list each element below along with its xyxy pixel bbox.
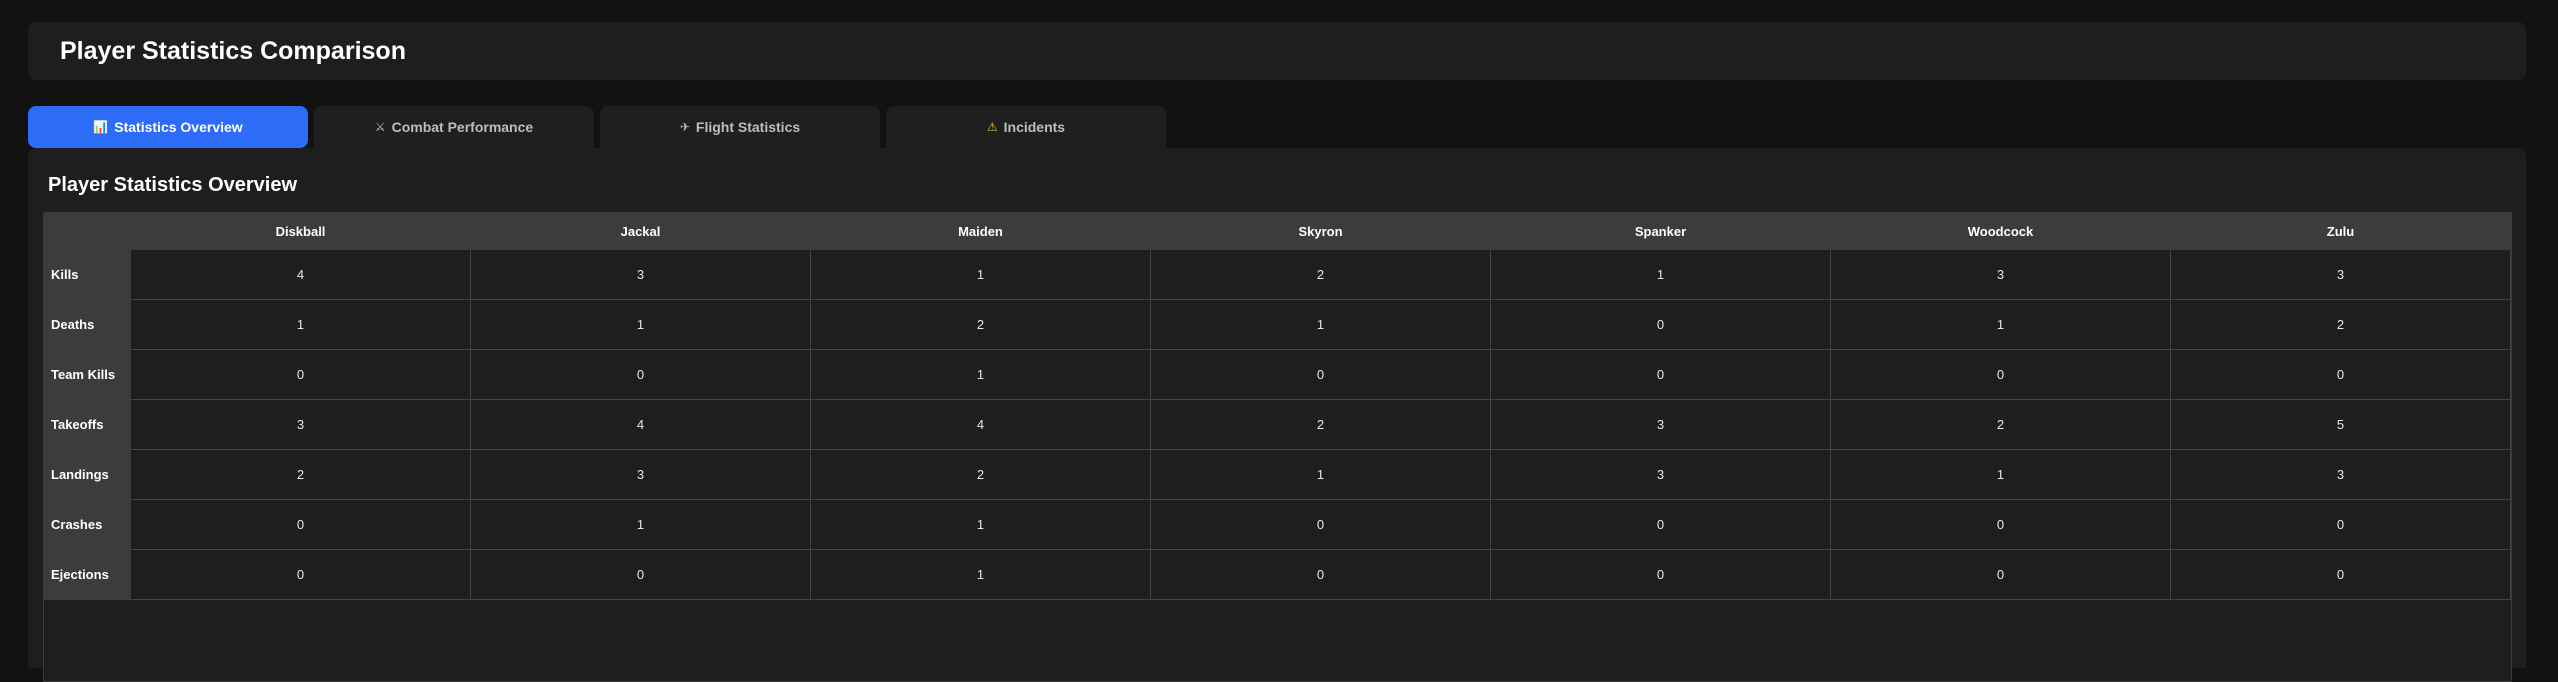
row-header: Landings: [44, 449, 131, 500]
table-cell: 1: [1150, 449, 1491, 500]
table-cell: 0: [2170, 549, 2511, 600]
table-cell: 3: [1830, 249, 2171, 300]
stats-table-container: Diskball Jackal Maiden Skyron Spanker Wo…: [43, 212, 2512, 682]
row-header: Ejections: [44, 549, 131, 600]
warning-icon: ⚠: [986, 120, 998, 134]
row-header: Crashes: [44, 499, 131, 550]
table-cell: 0: [1150, 549, 1491, 600]
table-cell: 3: [2170, 249, 2511, 300]
table-cell: 1: [1150, 299, 1491, 350]
table-cell: 2: [130, 449, 471, 500]
table-row: Deaths 1 1 2 1 0 1 2: [44, 299, 2511, 350]
tab-statistics-overview[interactable]: 📊 Statistics Overview: [28, 106, 308, 148]
bar-chart-icon: 📊: [93, 120, 109, 134]
table-cell: 2: [1150, 399, 1491, 450]
table-cell: 0: [1490, 499, 1831, 550]
column-header: Maiden: [810, 213, 1151, 250]
stats-table: Diskball Jackal Maiden Skyron Spanker Wo…: [44, 213, 2511, 600]
panel-title: Player Statistics Overview: [48, 174, 298, 196]
statistics-panel: Player Statistics Overview Diskball Jack…: [28, 148, 2526, 682]
table-cell: 1: [810, 249, 1151, 300]
table-cell: 0: [130, 549, 471, 600]
table-cell: 4: [130, 249, 471, 300]
table-cell: 0: [470, 349, 811, 400]
table-cell: 2: [2170, 299, 2511, 350]
table-row: Kills 4 3 1 2 1 3 3: [44, 249, 2511, 300]
row-header: Deaths: [44, 299, 131, 350]
table-cell: 0: [1490, 299, 1831, 350]
table-cell: 0: [470, 549, 811, 600]
table-cell: 0: [2170, 349, 2511, 400]
table-row: Ejections 0 0 1 0 0 0 0: [44, 549, 2511, 600]
column-header: Woodcock: [1830, 213, 2171, 250]
table-cell: 2: [810, 449, 1151, 500]
table-row: Crashes 0 1 1 0 0 0 0: [44, 499, 2511, 550]
table-cell: 4: [470, 399, 811, 450]
table-cell: 0: [1830, 499, 2171, 550]
table-row: Takeoffs 3 4 4 2 3 2 5: [44, 399, 2511, 450]
column-header: Skyron: [1150, 213, 1491, 250]
table-cell: 2: [1150, 249, 1491, 300]
table-cell: 5: [2170, 399, 2511, 450]
table-cell: 0: [1150, 349, 1491, 400]
table-cell: 1: [130, 299, 471, 350]
table-cell: 1: [1830, 449, 2171, 500]
table-cell: 3: [130, 399, 471, 450]
table-cell: 3: [470, 249, 811, 300]
table-cell: 1: [1830, 299, 2171, 350]
row-header: Kills: [44, 249, 131, 300]
page-title: Player Statistics Comparison: [60, 36, 406, 65]
table-cell: 0: [1490, 549, 1831, 600]
table-cell: 0: [1830, 549, 2171, 600]
tab-label: Combat Performance: [391, 119, 534, 135]
table-cell: 0: [1490, 349, 1831, 400]
tab-flight-statistics[interactable]: ✈ Flight Statistics: [600, 106, 880, 148]
table-cell: 3: [2170, 449, 2511, 500]
table-cell: 4: [810, 399, 1151, 450]
table-cell: 0: [1830, 349, 2171, 400]
tab-label: Incidents: [1003, 119, 1066, 135]
column-header: Diskball: [130, 213, 471, 250]
tab-label: Statistics Overview: [114, 119, 243, 135]
table-cell: 1: [470, 299, 811, 350]
airplane-icon: ✈: [679, 120, 690, 134]
table-cell: 0: [1150, 499, 1491, 550]
row-header: Team Kills: [44, 349, 131, 400]
tab-incidents[interactable]: ⚠ Incidents: [886, 106, 1166, 148]
column-header: Zulu: [2170, 213, 2511, 250]
table-cell: 0: [130, 349, 471, 400]
row-header: Takeoffs: [44, 399, 131, 450]
table-cell: 3: [1490, 399, 1831, 450]
table-cell: 2: [1830, 399, 2171, 450]
table-corner-cell: [44, 213, 131, 250]
table-cell: 0: [2170, 499, 2511, 550]
table-cell: 1: [810, 349, 1151, 400]
table-header-row: Diskball Jackal Maiden Skyron Spanker Wo…: [44, 213, 2511, 250]
tab-combat-performance[interactable]: ⚔ Combat Performance: [314, 106, 594, 148]
column-header: Spanker: [1490, 213, 1831, 250]
table-cell: 1: [470, 499, 811, 550]
crossed-swords-icon: ⚔: [374, 120, 386, 134]
table-row: Landings 2 3 2 1 3 1 3: [44, 449, 2511, 500]
tab-bar: 📊 Statistics Overview ⚔ Combat Performan…: [28, 106, 1166, 148]
tab-label: Flight Statistics: [695, 119, 801, 135]
table-cell: 3: [470, 449, 811, 500]
table-cell: 3: [1490, 449, 1831, 500]
table-cell: 0: [130, 499, 471, 550]
table-cell: 1: [810, 549, 1151, 600]
column-header: Jackal: [470, 213, 811, 250]
table-cell: 1: [810, 499, 1151, 550]
page-header: Player Statistics Comparison: [28, 22, 2526, 80]
table-cell: 2: [810, 299, 1151, 350]
table-cell: 1: [1490, 249, 1831, 300]
table-row: Team Kills 0 0 1 0 0 0 0: [44, 349, 2511, 400]
